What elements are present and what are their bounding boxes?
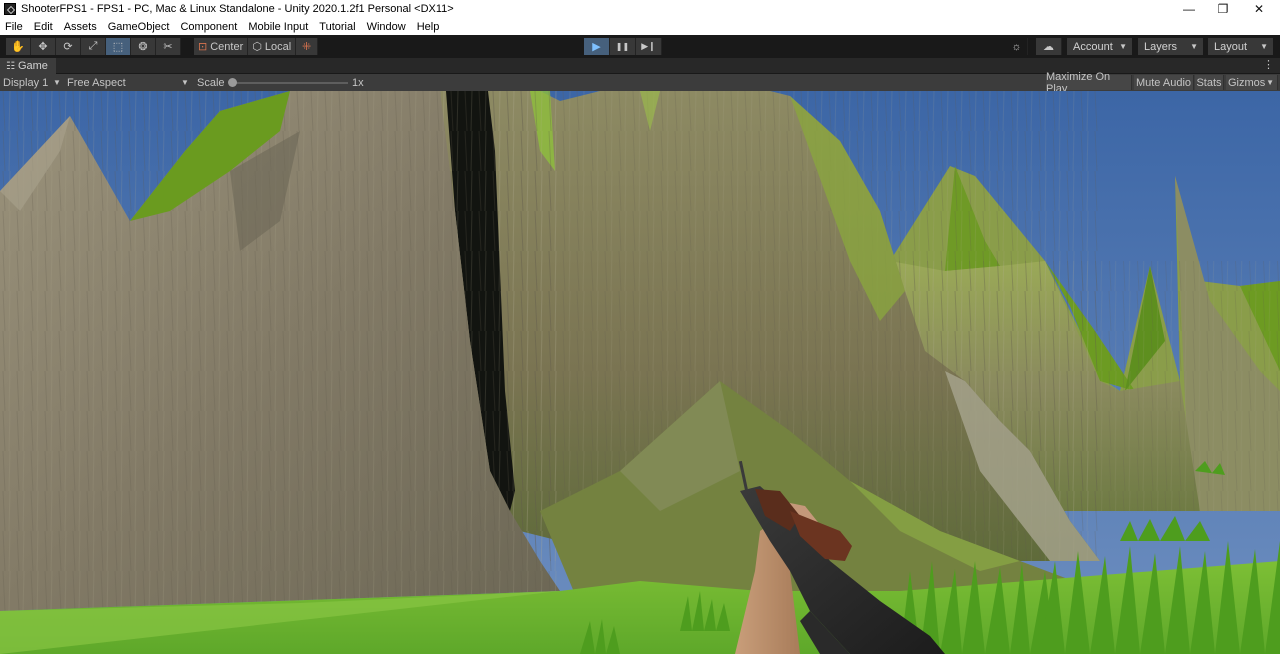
close-button[interactable]: ✕: [1242, 0, 1276, 18]
rotate-tool-icon: ⟳: [63, 41, 73, 53]
local-space-icon: ⬡: [252, 41, 262, 53]
chevron-down-icon: ▼: [53, 78, 61, 87]
chevron-down-icon: ▼: [181, 78, 189, 87]
menu-help[interactable]: Help: [417, 21, 440, 33]
stats-button[interactable]: Stats: [1195, 75, 1224, 90]
custom-tool-button[interactable]: ✂: [156, 38, 181, 55]
gizmos-dropdown[interactable]: Gizmos ▼: [1226, 75, 1278, 90]
menu-window[interactable]: Window: [367, 21, 406, 33]
menu-bar: File Edit Assets GameObject Component Mo…: [0, 18, 1280, 35]
layers-label: Layers: [1144, 40, 1178, 53]
transform-tools: ✋ ✥ ⟳ ⤢ ⬚ ❂ ✂: [6, 38, 181, 55]
scale-slider-knob[interactable]: [228, 78, 237, 87]
chevron-down-icon: ▼: [1266, 78, 1274, 87]
window-title-bar: ShooterFPS1 - FPS1 - PC, Mac & Linux Sta…: [0, 0, 1280, 18]
menu-tutorial[interactable]: Tutorial: [319, 21, 355, 33]
play-controls: ▶ ❚❚ ▶❙: [584, 38, 662, 55]
layers-dropdown[interactable]: Layers ▼: [1138, 38, 1203, 55]
chevron-down-icon: ▼: [1190, 42, 1198, 51]
scale-tool-button[interactable]: ⤢: [81, 38, 106, 55]
aspect-dropdown[interactable]: Free Aspect ▼: [67, 74, 191, 91]
account-label: Account: [1073, 40, 1113, 53]
tab-game[interactable]: ☷ Game: [0, 58, 56, 74]
tab-game-label: Game: [17, 60, 48, 72]
cloud-button[interactable]: ☁: [1036, 38, 1062, 55]
pivot-local-button[interactable]: ⬡ Local: [248, 38, 297, 55]
left-cliff: [0, 91, 560, 611]
restore-button[interactable]: ❐: [1206, 0, 1240, 18]
move-tool-icon: ✥: [38, 41, 48, 53]
mute-audio-button[interactable]: Mute Audio: [1134, 75, 1194, 90]
rect-tool-icon: ⬚: [112, 41, 124, 53]
aspect-label: Free Aspect: [67, 76, 126, 89]
game-scene: [0, 91, 1280, 654]
menu-mobile-input[interactable]: Mobile Input: [248, 21, 308, 33]
hand-tool-button[interactable]: ✋: [6, 38, 31, 55]
game-controller-icon: ☷: [6, 60, 15, 72]
transform-tool-button[interactable]: ❂: [131, 38, 156, 55]
menu-gameobject[interactable]: GameObject: [108, 21, 170, 33]
maximize-on-play-button[interactable]: Maximize On Play: [1046, 71, 1132, 95]
space-label: Local: [264, 40, 292, 53]
main-toolbar: ✋ ✥ ⟳ ⤢ ⬚ ❂ ✂ ⊡ Center ⬡ Local ⁜ ▶ ❚❚ ▶❙ ☼…: [0, 35, 1280, 58]
gizmos-label: Gizmos: [1228, 76, 1266, 89]
grid-snap-icon: ⁜: [302, 41, 312, 53]
step-button[interactable]: ▶❙: [636, 38, 662, 55]
chevron-down-icon: ▼: [1119, 42, 1127, 51]
unity-logo-icon: [4, 3, 16, 15]
rotate-tool-button[interactable]: ⟳: [56, 38, 81, 55]
layout-label: Layout: [1214, 40, 1248, 53]
rect-tool-button[interactable]: ⬚: [106, 38, 131, 55]
display-dropdown[interactable]: Display 1 ▼: [3, 74, 63, 91]
pivot-controls: ⊡ Center ⬡ Local ⁜: [194, 38, 319, 55]
menu-component[interactable]: Component: [180, 21, 237, 33]
menu-file[interactable]: File: [5, 21, 23, 33]
panel-menu-icon[interactable]: ⋮: [1263, 58, 1274, 71]
transform-tool-icon: ❂: [138, 41, 148, 53]
display-label: Display 1: [3, 76, 49, 89]
menu-assets[interactable]: Assets: [64, 21, 97, 33]
cloud-icon: ☁: [1043, 41, 1054, 53]
game-view-controls: Display 1 ▼ Free Aspect ▼ Scale 1x Maxim…: [0, 71, 1280, 95]
scale-label: Scale: [197, 76, 225, 89]
scale-tool-icon: ⤢: [88, 40, 98, 52]
account-dropdown[interactable]: Account ▼: [1067, 38, 1132, 55]
grid-snap-button[interactable]: ⁜: [296, 38, 319, 55]
pause-button[interactable]: ❚❚: [610, 38, 636, 55]
custom-tool-icon: ✂: [163, 41, 173, 53]
minimize-button[interactable]: —: [1172, 0, 1206, 18]
collab-button[interactable]: ☼: [1006, 38, 1028, 55]
menu-edit[interactable]: Edit: [34, 21, 53, 33]
chevron-down-icon: ▼: [1260, 42, 1268, 51]
game-viewport[interactable]: [0, 91, 1280, 654]
pivot-center-button[interactable]: ⊡ Center: [194, 38, 249, 55]
collab-icon: ☼: [1011, 40, 1022, 53]
scale-value: 1x: [352, 76, 364, 89]
hand-tool-icon: ✋: [11, 41, 25, 53]
move-tool-button[interactable]: ✥: [31, 38, 56, 55]
scale-slider-track[interactable]: [232, 82, 348, 84]
pivot-label: Center: [210, 40, 244, 53]
layout-dropdown[interactable]: Layout ▼: [1208, 38, 1273, 55]
play-button[interactable]: ▶: [584, 38, 610, 55]
window-title: ShooterFPS1 - FPS1 - PC, Mac & Linux Sta…: [21, 3, 454, 15]
pivot-icon: ⊡: [198, 41, 208, 53]
